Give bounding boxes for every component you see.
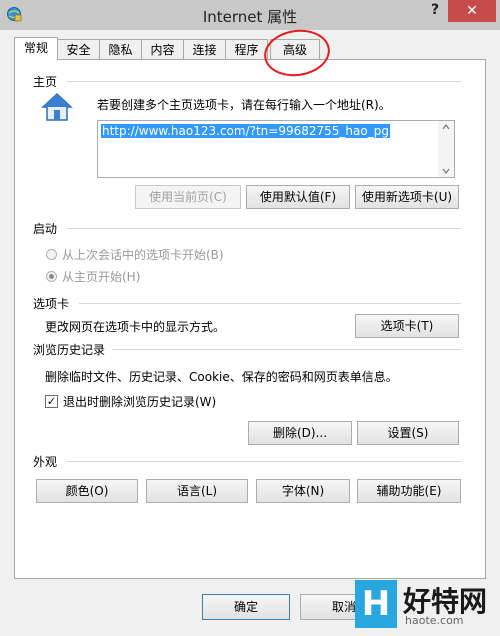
ok-button[interactable]: 确定: [202, 594, 290, 620]
radio-home-page[interactable]: [46, 271, 57, 282]
radio-home-page-label: 从主页开始(H): [62, 270, 141, 284]
tabs-section-label: 选项卡: [33, 297, 70, 311]
home-page-textarea[interactable]: http://www.hao123.com/?tn=99682755_hao_p…: [97, 120, 455, 178]
radio-selected-dot: [49, 274, 54, 279]
watermark-site: haote.com: [405, 614, 464, 627]
tab-connections[interactable]: 连接: [183, 39, 226, 59]
tab-general[interactable]: 常规: [14, 37, 58, 60]
startup-section-divider: [67, 228, 461, 229]
help-button[interactable]: ?: [424, 2, 446, 22]
tab-programs[interactable]: 程序: [225, 39, 268, 59]
general-tab-panel: 主页 若要创建多个主页选项卡，请在每行输入一个地址(R)。 http://www…: [14, 59, 486, 579]
radio-last-session[interactable]: [46, 249, 57, 260]
radio-last-session-label: 从上次会话中的选项卡开始(B): [62, 248, 224, 262]
use-new-tab-button[interactable]: 使用新选项卡(U): [355, 185, 459, 209]
tab-security[interactable]: 安全: [57, 39, 100, 59]
tabs-description: 更改网页在选项卡中的显示方式。: [45, 320, 226, 334]
appearance-section-label: 外观: [33, 455, 58, 469]
use-default-button[interactable]: 使用默认值(F): [246, 185, 350, 209]
site-watermark: H 好特网 haote.com: [355, 578, 495, 632]
home-section-divider: [67, 81, 461, 82]
fonts-button[interactable]: 字体(N): [256, 479, 350, 503]
close-button[interactable]: ✕: [448, 0, 496, 22]
history-section-label: 浏览历史记录: [33, 343, 106, 357]
tab-content[interactable]: 内容: [141, 39, 184, 59]
home-section-label: 主页: [33, 75, 58, 89]
watermark-logo: H: [355, 580, 397, 628]
delete-on-exit-checkbox[interactable]: ✓: [45, 395, 58, 408]
accessibility-button[interactable]: 辅助功能(E): [357, 479, 461, 503]
use-current-button[interactable]: 使用当前页(C): [135, 185, 241, 209]
home-instruction: 若要创建多个主页选项卡，请在每行输入一个地址(R)。: [97, 98, 391, 112]
delete-history-button[interactable]: 删除(D)...: [248, 421, 352, 445]
textarea-scrollbar[interactable]: [438, 121, 454, 177]
tab-privacy[interactable]: 隐私: [99, 39, 142, 59]
tabs-section-divider: [79, 303, 461, 304]
appearance-section-divider: [67, 461, 461, 462]
delete-on-exit-label: 退出时删除浏览历史记录(W): [63, 395, 217, 409]
tabs-button[interactable]: 选项卡(T): [355, 314, 459, 338]
home-icon: [41, 92, 73, 121]
title-bar: Internet 属性 ? ✕: [0, 0, 500, 30]
startup-section-label: 启动: [33, 222, 58, 236]
history-settings-button[interactable]: 设置(S): [357, 421, 459, 445]
history-section-divider: [113, 349, 461, 350]
languages-button[interactable]: 语言(L): [146, 479, 248, 503]
colors-button[interactable]: 颜色(O): [36, 479, 138, 503]
home-page-url: http://www.hao123.com/?tn=99682755_hao_p…: [101, 124, 390, 138]
history-description: 删除临时文件、历史记录、Cookie、保存的密码和网页表单信息。: [45, 370, 398, 384]
